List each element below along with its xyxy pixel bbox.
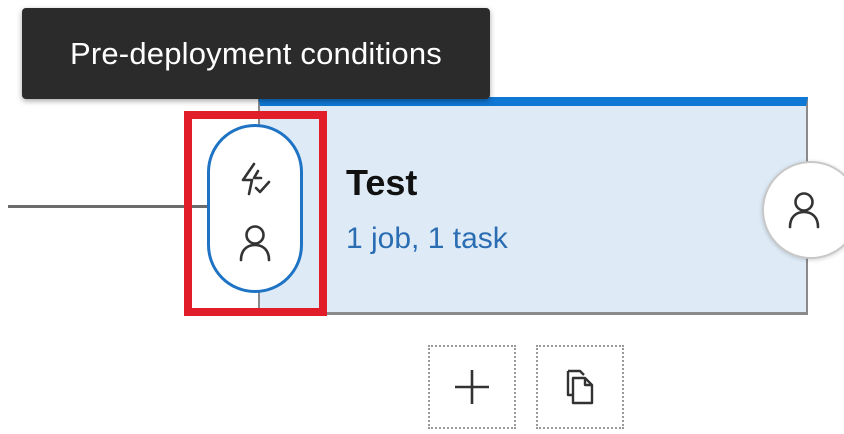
stage-name[interactable]: Test xyxy=(346,162,417,204)
release-pipeline-canvas: Test 1 job, 1 task Pre-deployment condit… xyxy=(0,0,844,434)
clone-stage-button[interactable] xyxy=(536,345,624,429)
stage-card[interactable] xyxy=(258,97,808,315)
clone-icon xyxy=(566,369,594,405)
add-stage-button[interactable] xyxy=(428,345,516,429)
tooltip: Pre-deployment conditions xyxy=(22,8,490,99)
tooltip-text: Pre-deployment conditions xyxy=(69,35,443,71)
artifact-connector-line xyxy=(8,205,208,208)
selection-highlight xyxy=(184,111,327,316)
add-icon xyxy=(455,370,489,404)
approver-icon xyxy=(786,190,822,235)
stage-summary[interactable]: 1 job, 1 task xyxy=(346,222,508,256)
